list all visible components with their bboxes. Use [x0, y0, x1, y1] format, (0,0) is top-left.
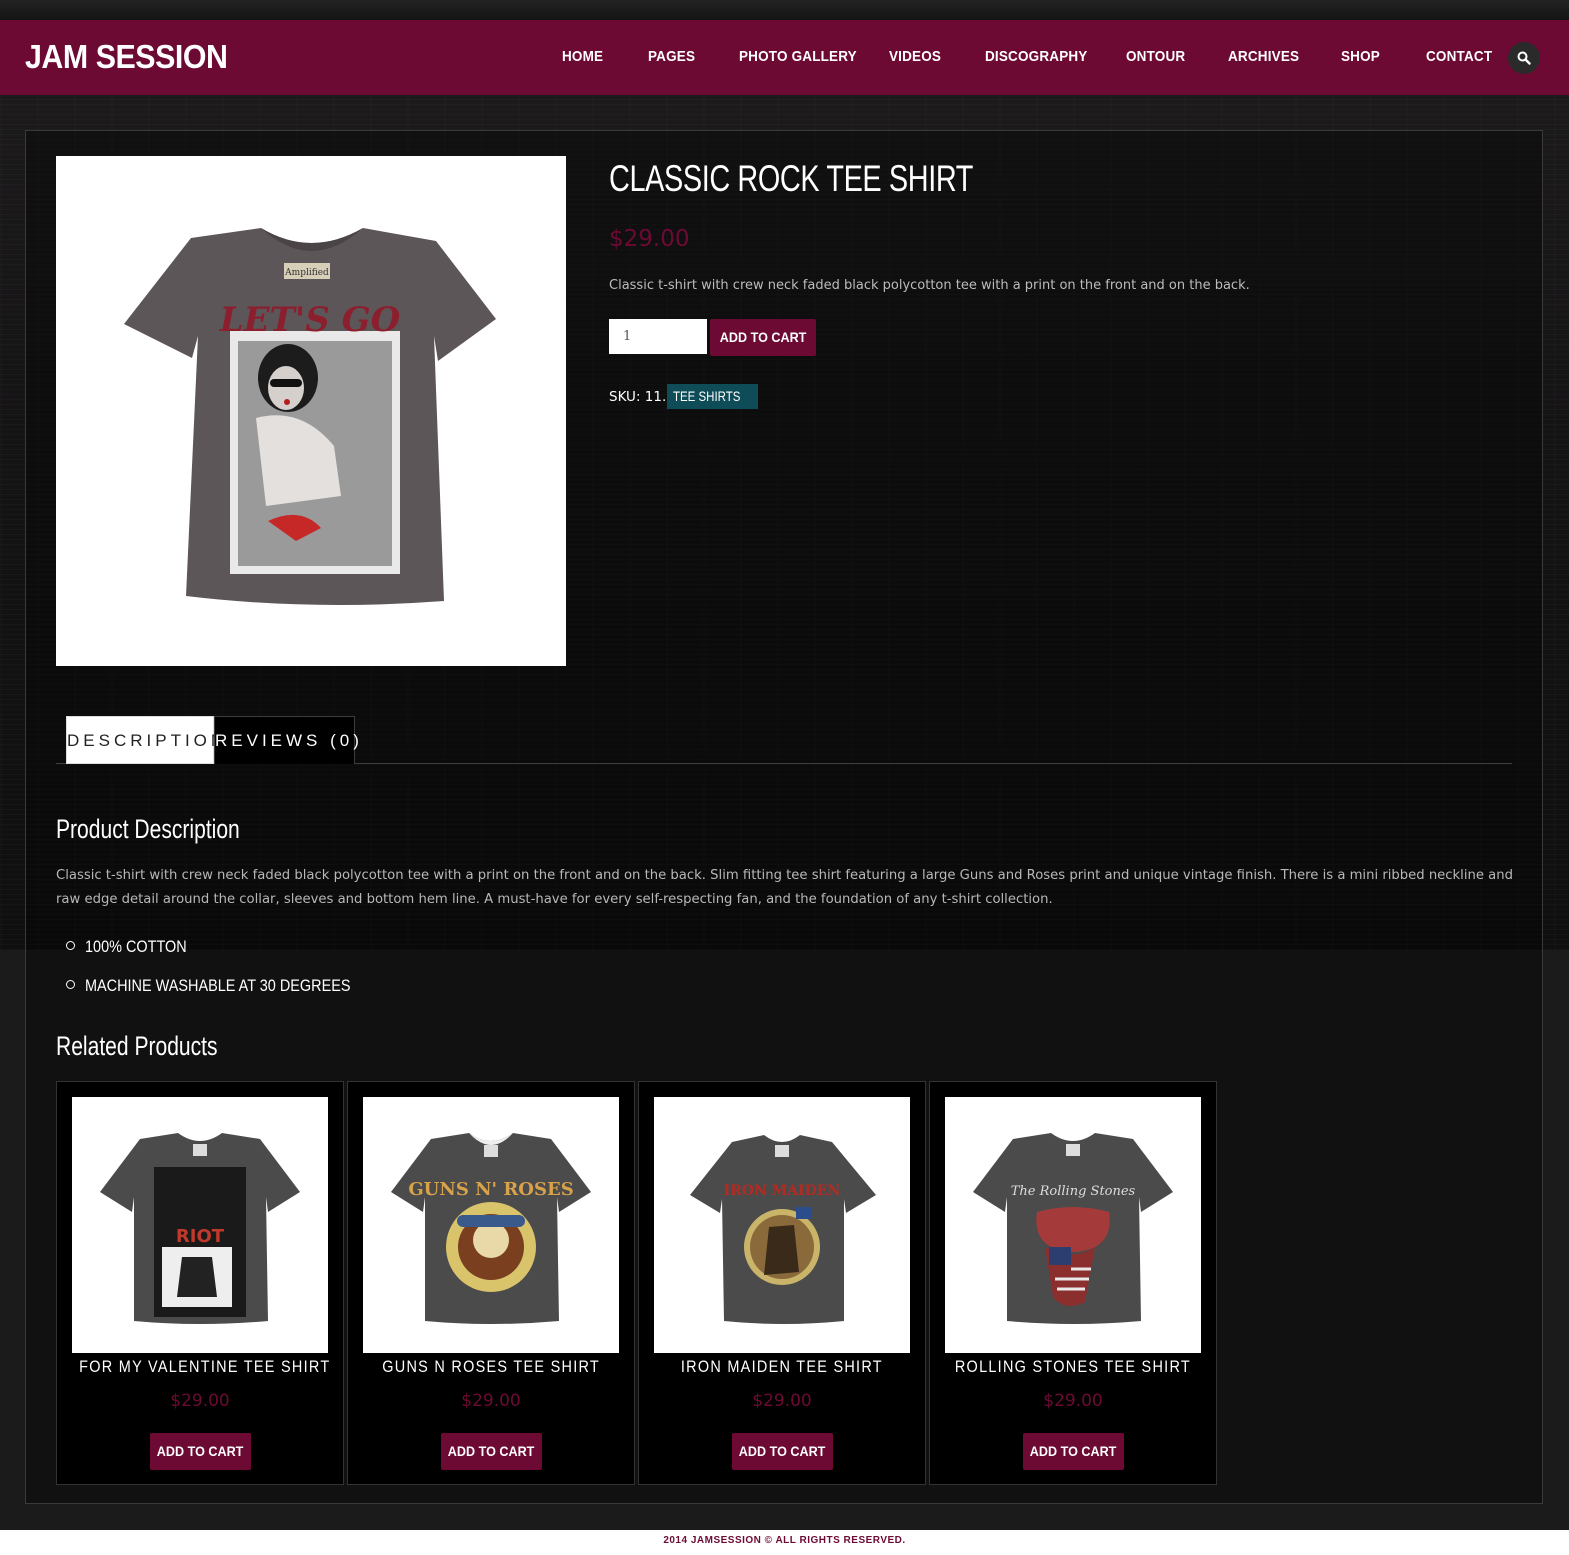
- site-header: JAM SESSION HOME PAGES PHOTO GALLERY VID…: [0, 20, 1569, 95]
- main-nav: HOME PAGES PHOTO GALLERY VIDEOS DISCOGRA…: [0, 20, 1569, 95]
- svg-text:RIOT: RIOT: [176, 1226, 225, 1247]
- svg-text:GUNS N' ROSES: GUNS N' ROSES: [408, 1179, 573, 1200]
- tshirt-image: GUNS N' ROSES: [391, 1133, 591, 1324]
- feature-list-item: 100% COTTON: [66, 937, 205, 957]
- bullet-icon: [66, 980, 75, 990]
- svg-text:The Rolling Stones: The Rolling Stones: [1011, 1184, 1136, 1199]
- svg-text:Amplified: Amplified: [284, 268, 329, 278]
- related-products-heading: Related Products: [56, 1031, 218, 1061]
- quantity-input[interactable]: [609, 319, 707, 354]
- nav-ontour[interactable]: ONTOUR: [1126, 48, 1185, 65]
- category-tag-link[interactable]: TEE SHIRTS: [667, 384, 759, 409]
- nav-discography[interactable]: DISCOGRAPHY: [985, 48, 1088, 65]
- related-product-image[interactable]: RIOT: [72, 1097, 328, 1353]
- bullet-icon: [66, 941, 75, 951]
- related-product-name[interactable]: ROLLING STONES TEE SHIRT: [930, 1357, 1216, 1377]
- tshirt-image: Amplified LET'S GO: [124, 228, 496, 605]
- tshirt-image: The Rolling Stones: [973, 1133, 1173, 1324]
- search-button[interactable]: [1508, 42, 1540, 74]
- search-icon: [1517, 51, 1531, 65]
- related-product-price: $29.00: [1043, 1391, 1103, 1411]
- related-product-card[interactable]: IRON MAIDEN IRON MAIDEN TEE SHIRT $29.00…: [638, 1081, 926, 1485]
- nav-home[interactable]: HOME: [562, 48, 603, 65]
- related-product-image[interactable]: The Rolling Stones: [945, 1097, 1201, 1353]
- related-product-image[interactable]: GUNS N' ROSES: [363, 1097, 619, 1353]
- svg-text:LET'S GO: LET'S GO: [219, 300, 401, 340]
- product-title: CLASSIC ROCK TEE SHIRT: [609, 158, 974, 199]
- related-product-price: $29.00: [752, 1391, 812, 1411]
- tshirt-image: IRON MAIDEN: [690, 1135, 876, 1324]
- add-to-cart-button[interactable]: ADD TO CART: [710, 319, 816, 356]
- product-long-description: Classic t-shirt with crew neck faded bla…: [56, 868, 1513, 907]
- product-image[interactable]: Amplified LET'S GO: [56, 156, 566, 666]
- related-product-name[interactable]: IRON MAIDEN TEE SHIRT: [639, 1357, 925, 1377]
- related-product-card[interactable]: GUNS N' ROSES GUNS N ROSES TEE SHIRT $29…: [347, 1081, 635, 1485]
- tshirt-image: RIOT: [100, 1133, 300, 1324]
- feature-list-item: MACHINE WASHABLE AT 30 DEGREES: [66, 976, 397, 996]
- product-short-description: Classic t-shirt with crew neck faded bla…: [609, 278, 1250, 293]
- add-to-cart-button[interactable]: ADD TO CART: [732, 1433, 833, 1470]
- product-description-heading: Product Description: [56, 814, 240, 844]
- add-to-cart-button[interactable]: ADD TO CART: [441, 1433, 542, 1470]
- svg-text:IRON MAIDEN: IRON MAIDEN: [724, 1183, 841, 1199]
- nav-videos[interactable]: VIDEOS: [889, 48, 941, 65]
- related-product-price: $29.00: [170, 1391, 230, 1411]
- tab-description[interactable]: DESCRIPTION: [66, 716, 223, 764]
- footer-copyright: 2014 JAMSESSION © ALL RIGHTS RESERVED.: [663, 1535, 906, 1546]
- add-to-cart-button[interactable]: ADD TO CART: [1023, 1433, 1124, 1470]
- related-product-image[interactable]: IRON MAIDEN: [654, 1097, 910, 1353]
- sku-label: SKU: 11.: [609, 389, 667, 405]
- nav-pages[interactable]: PAGES: [648, 48, 695, 65]
- top-strip: [0, 0, 1569, 20]
- nav-contact[interactable]: CONTACT: [1426, 48, 1492, 65]
- tab-reviews[interactable]: REVIEWS (0): [214, 716, 359, 764]
- nav-shop[interactable]: SHOP: [1341, 48, 1380, 65]
- nav-archives[interactable]: ARCHIVES: [1228, 48, 1299, 65]
- related-product-name[interactable]: GUNS N ROSES TEE SHIRT: [348, 1357, 634, 1377]
- related-product-name[interactable]: FOR MY VALENTINE TEE SHIRT: [57, 1357, 343, 1377]
- related-product-price: $29.00: [461, 1391, 521, 1411]
- nav-photo-gallery[interactable]: PHOTO GALLERY: [739, 48, 857, 65]
- add-to-cart-button[interactable]: ADD TO CART: [150, 1433, 251, 1470]
- product-price: $29.00: [609, 226, 690, 252]
- related-product-card[interactable]: The Rolling Stones ROLLING STONES TEE SH…: [929, 1081, 1217, 1485]
- related-product-card[interactable]: RIOT FOR MY VALENTINE TEE SHIRT $29.00 A…: [56, 1081, 344, 1485]
